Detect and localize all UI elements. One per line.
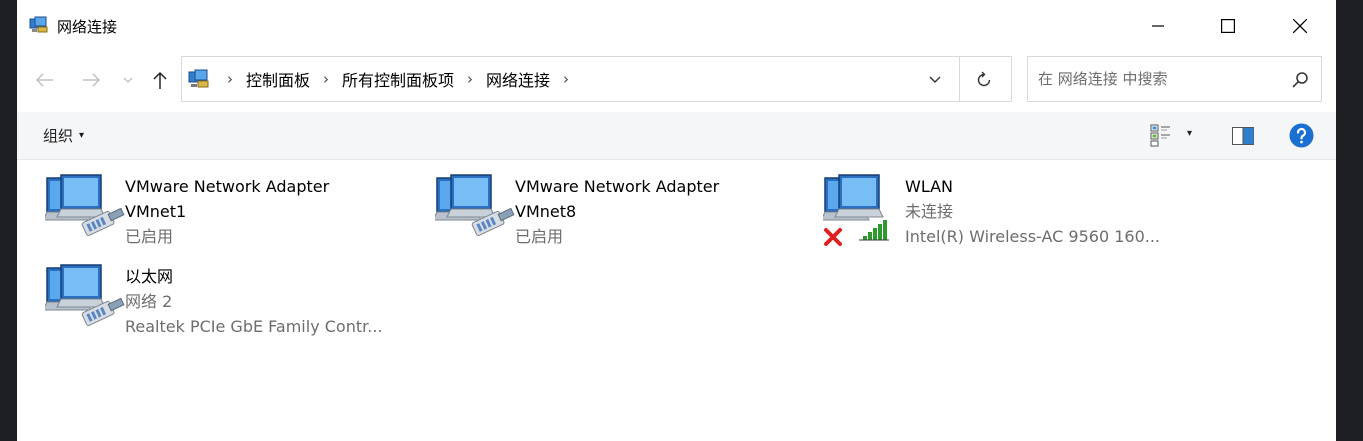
up-button[interactable] <box>148 67 172 93</box>
adapter-status: 已启用 <box>125 227 174 246</box>
maximize-icon <box>1221 19 1235 33</box>
arrow-left-icon <box>36 73 53 87</box>
address-divider <box>959 57 960 101</box>
adapter-vmnet1[interactable]: VMware Network Adapter VMnet1 已启用 <box>45 174 425 258</box>
network-adapter-icon <box>45 264 125 326</box>
help-icon[interactable] <box>1289 123 1314 148</box>
command-bar: 组织 ▾ ▾ <box>17 112 1336 160</box>
refresh-icon <box>977 71 991 87</box>
adapter-name: VMware Network Adapter <box>515 177 720 196</box>
search-icon[interactable] <box>1288 68 1312 92</box>
forward-button[interactable] <box>77 67 105 93</box>
address-bar[interactable]: › 控制面板 › 所有控制面板项 › 网络连接 › <box>181 56 1012 102</box>
back-button[interactable] <box>31 67 59 93</box>
adapter-name: VMware Network Adapter <box>125 177 330 196</box>
adapter-text: WLAN 未连接 Intel(R) Wireless-AC 9560 160..… <box>905 174 1160 249</box>
adapter-ethernet[interactable]: 以太网 网络 2 Realtek PCIe GbE Family Contr..… <box>45 264 425 348</box>
adapter-status: 未连接 <box>905 202 954 221</box>
adapter-text: 以太网 网络 2 Realtek PCIe GbE Family Contr..… <box>125 264 383 339</box>
network-adapter-icon <box>435 174 515 236</box>
refresh-button[interactable] <box>971 68 997 92</box>
control-panel-icon <box>188 69 209 88</box>
adapter-text: VMware Network Adapter VMnet1 已启用 <box>125 174 329 249</box>
search-input[interactable] <box>1038 68 1278 90</box>
adapter-device: Intel(R) Wireless-AC 9560 160... <box>905 227 1160 246</box>
adapter-device: Realtek PCIe GbE Family Contr... <box>125 317 383 336</box>
title-bar[interactable]: 网络连接 <box>17 0 1336 52</box>
window-title: 网络连接 <box>57 18 118 36</box>
chevron-down-icon: ▾ <box>79 130 85 141</box>
view-options-dropdown[interactable]: ▾ <box>1187 128 1192 139</box>
breadcrumb-separator-icon[interactable]: › <box>467 70 473 88</box>
breadcrumb-separator-icon[interactable]: › <box>323 70 329 88</box>
organize-label: 组织 <box>43 127 74 145</box>
breadcrumb-separator-icon[interactable]: › <box>227 70 233 88</box>
breadcrumb-all-items[interactable]: 所有控制面板项 <box>340 67 456 91</box>
maximize-button[interactable] <box>1205 0 1251 52</box>
breadcrumb-network-connections[interactable]: 网络连接 <box>484 67 552 91</box>
adapter-status: 网络 2 <box>125 292 173 311</box>
close-button[interactable] <box>1277 0 1323 52</box>
arrow-right-icon <box>83 73 100 87</box>
signal-bars-icon <box>859 220 889 241</box>
adapter-wlan[interactable]: WLAN 未连接 Intel(R) Wireless-AC 9560 160..… <box>823 174 1203 258</box>
address-history-dropdown[interactable] <box>922 69 948 91</box>
breadcrumb-separator-icon[interactable]: › <box>563 70 569 88</box>
adapter-status: 已启用 <box>515 227 564 246</box>
close-icon <box>1293 19 1307 33</box>
adapter-text: VMware Network Adapter VMnet8 已启用 <box>515 174 719 249</box>
disconnected-x-icon <box>824 228 842 246</box>
network-connections-icon <box>29 16 48 33</box>
adapter-vmnet8[interactable]: VMware Network Adapter VMnet8 已启用 <box>435 174 815 258</box>
organize-button[interactable]: 组织 ▾ <box>43 125 84 146</box>
search-box[interactable] <box>1027 56 1322 102</box>
preview-pane-icon[interactable] <box>1232 127 1254 145</box>
wireless-adapter-icon <box>823 174 889 246</box>
arrow-up-icon <box>153 71 167 89</box>
adapter-name: WLAN <box>905 177 954 196</box>
chevron-down-icon <box>929 76 941 83</box>
breadcrumb-control-panel[interactable]: 控制面板 <box>244 67 312 91</box>
breadcrumb: › 控制面板 › 所有控制面板项 › 网络连接 › <box>216 57 580 101</box>
chevron-down-icon <box>123 77 133 83</box>
change-view-icon[interactable] <box>1150 123 1172 147</box>
network-connections-window: 网络连接 › 控制面板 › 所有控制面板项 › 网络连接 › 在 网络连接 中搜… <box>17 0 1336 441</box>
minimize-button[interactable] <box>1135 0 1181 52</box>
adapter-name-line2: VMnet1 <box>125 202 187 221</box>
recent-locations-button[interactable] <box>119 67 137 93</box>
network-adapter-icon <box>45 174 125 236</box>
adapter-name: 以太网 <box>125 267 174 286</box>
minimize-icon <box>1152 25 1164 27</box>
adapter-name-line2: VMnet8 <box>515 202 577 221</box>
